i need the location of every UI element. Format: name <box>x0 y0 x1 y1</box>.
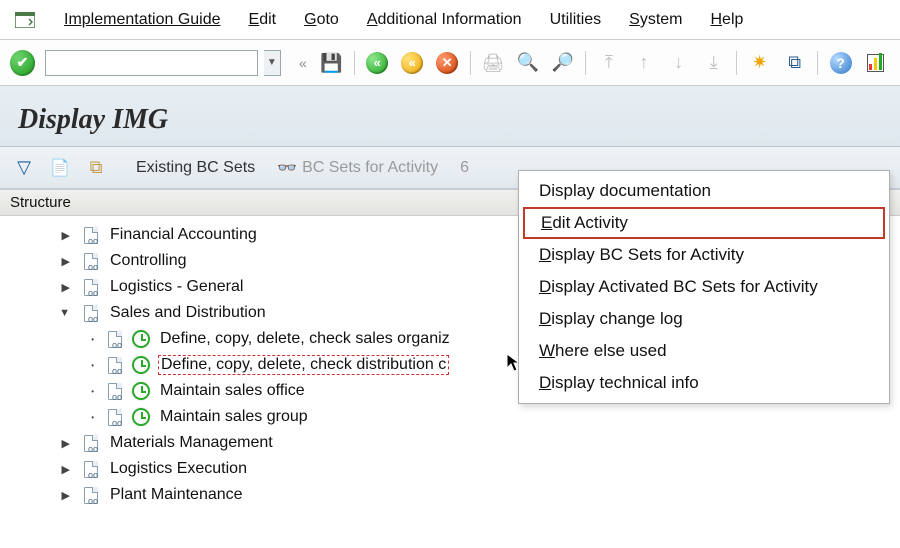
toolbar-separator <box>585 51 586 75</box>
tree-label: Logistics - General <box>108 278 245 296</box>
ctx-display-bc-sets[interactable]: Display BC Sets for Activity <box>519 239 889 271</box>
doc-icon: oo <box>106 330 124 348</box>
menu-bar: Implementation Guide Edit Goto Additiona… <box>0 0 900 40</box>
ctx-display-technical-info[interactable]: Display technical info <box>519 367 889 399</box>
doc-icon: oo <box>82 486 100 504</box>
doc-icon: oo <box>82 304 100 322</box>
ctx-display-activated-bc-sets[interactable]: Display Activated BC Sets for Activity <box>519 271 889 303</box>
toolbar-separator <box>817 51 818 75</box>
menu-implementation-guide[interactable]: Implementation Guide <box>64 11 221 29</box>
help-button[interactable]: ? <box>826 49 855 77</box>
doc-icon: oo <box>82 226 100 244</box>
tree-label: Financial Accounting <box>108 226 259 244</box>
tree-label: Controlling <box>108 252 188 270</box>
find-button[interactable]: 🔍 <box>514 49 543 77</box>
last-page-button[interactable]: ⤓ <box>699 49 728 77</box>
command-field[interactable] <box>45 50 258 76</box>
execute-icon[interactable] <box>132 356 150 374</box>
print-button[interactable]: 🖨 <box>479 49 508 77</box>
context-menu: Display documentation Edit Activity Disp… <box>518 170 890 404</box>
tree-node-materials-management[interactable]: ▶ oo Materials Management <box>6 430 900 456</box>
tree-label: Maintain sales office <box>158 382 307 400</box>
new-session-button[interactable]: ✷ <box>745 49 774 77</box>
doc-icon: oo <box>82 434 100 452</box>
first-page-button[interactable]: ⤒ <box>594 49 623 77</box>
toolbar-separator <box>354 51 355 75</box>
expand-all-button[interactable]: ▽ <box>10 154 38 182</box>
exit-button[interactable]: « <box>398 49 427 77</box>
doc-icon: oo <box>106 408 124 426</box>
ctx-where-else-used[interactable]: Where else used <box>519 335 889 367</box>
execute-icon[interactable] <box>132 382 150 400</box>
execute-icon[interactable] <box>132 330 150 348</box>
tree-label: Plant Maintenance <box>108 486 245 504</box>
find-next-button[interactable]: 🔎 <box>549 49 578 77</box>
doc-icon: oo <box>82 460 100 478</box>
toolbar-separator <box>736 51 737 75</box>
copy-node-button[interactable]: ⧉ <box>82 154 110 182</box>
cancel-button[interactable]: ✕ <box>433 49 462 77</box>
window-menu-icon[interactable] <box>14 9 36 31</box>
toolbar-separator <box>470 51 471 75</box>
standard-toolbar: ✔ ▼ « 💾 « « ✕ 🖨 🔍 🔎 ⤒ ↑ ↓ ⤓ ✷ ⧉ ? <box>0 40 900 86</box>
page-title: Display IMG <box>0 86 900 147</box>
ctx-display-documentation[interactable]: Display documentation <box>519 175 889 207</box>
tree-label: Sales and Distribution <box>108 304 268 322</box>
doc-icon: oo <box>82 278 100 296</box>
menu-system[interactable]: System <box>629 11 682 29</box>
ctx-display-change-log[interactable]: Display change log <box>519 303 889 335</box>
back-button[interactable]: « <box>363 49 392 77</box>
history-chevrons-icon: « <box>299 55 307 71</box>
doc-icon: oo <box>82 252 100 270</box>
execute-icon[interactable] <box>132 408 150 426</box>
tree-label: Define, copy, delete, check sales organi… <box>158 330 452 348</box>
existing-bc-sets-button[interactable]: Existing BC Sets <box>136 159 255 177</box>
command-dropdown[interactable]: ▼ <box>264 50 281 76</box>
menu-help[interactable]: Help <box>710 11 743 29</box>
activated-count: 6 <box>460 159 469 177</box>
doc-icon: oo <box>106 382 124 400</box>
menu-additional-information[interactable]: Additional Information <box>367 11 522 29</box>
menu-goto[interactable]: Goto <box>304 11 339 29</box>
tree-node-plant-maintenance[interactable]: ▶ oo Plant Maintenance <box>6 482 900 508</box>
add-node-button[interactable]: 📄 <box>46 154 74 182</box>
enter-button[interactable]: ✔ <box>10 50 35 76</box>
create-shortcut-button[interactable]: ⧉ <box>780 49 809 77</box>
glasses-icon: 👓 <box>277 158 294 178</box>
tree-label: Maintain sales group <box>158 408 310 426</box>
save-button[interactable]: 💾 <box>317 49 346 77</box>
menu-utilities[interactable]: Utilities <box>550 11 602 29</box>
ctx-edit-activity[interactable]: Edit Activity <box>523 207 885 239</box>
next-page-button[interactable]: ↓ <box>664 49 693 77</box>
tree-node-logistics-execution[interactable]: ▶ oo Logistics Execution <box>6 456 900 482</box>
menu-edit[interactable]: Edit <box>249 11 277 29</box>
tree-label: Logistics Execution <box>108 460 249 478</box>
layout-button[interactable] <box>861 49 890 77</box>
doc-icon: oo <box>106 356 124 374</box>
prev-page-button[interactable]: ↑ <box>629 49 658 77</box>
tree-label: Materials Management <box>108 434 275 452</box>
tree-node-maintain-sales-group[interactable]: • oo Maintain sales group <box>6 404 900 430</box>
tree-label-selected: Define, copy, delete, check distribution… <box>158 355 449 375</box>
bc-sets-for-activity-button[interactable]: BC Sets for Activity <box>302 159 438 177</box>
